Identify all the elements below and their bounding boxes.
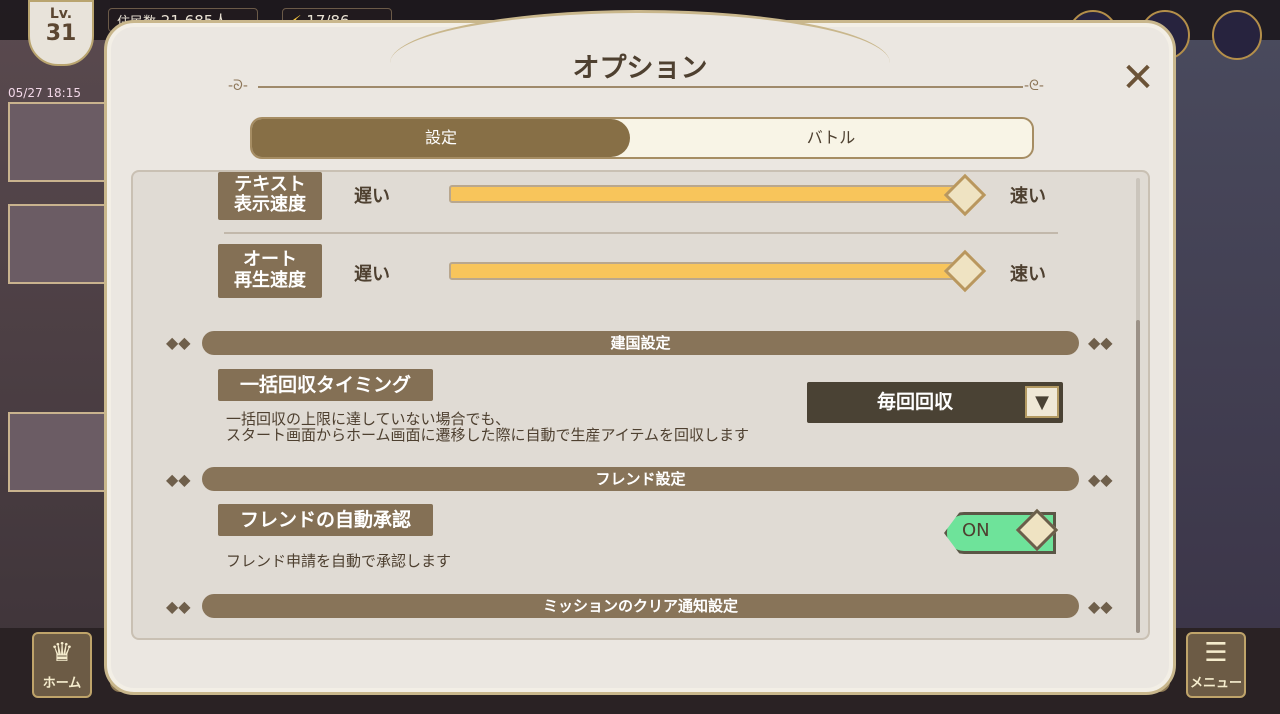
auto-speed-label-line2: 再生速度 xyxy=(234,270,306,291)
event-banner-2[interactable] xyxy=(8,204,106,284)
title-ornament-right: -ᘓ- xyxy=(1024,78,1044,94)
scrollbar-thumb[interactable] xyxy=(1136,320,1140,633)
bulk-collect-selected: 毎回回収 xyxy=(876,391,953,413)
bulk-collect-desc-line1: 一括回収の上限に達していない場合でも、 xyxy=(226,410,511,428)
mission-section-header: ミッションのクリア通知設定 xyxy=(202,594,1079,618)
text-speed-label: テキスト 表示速度 xyxy=(218,172,322,220)
auto-speed-min: 遅い xyxy=(354,264,390,285)
text-speed-label-line1: テキスト xyxy=(234,174,306,195)
friend-auto-label: フレンドの自動承認 xyxy=(218,504,433,536)
text-speed-label-line2: 表示速度 xyxy=(234,194,306,215)
event-date: 05/27 18:15 xyxy=(8,86,81,100)
title-rule xyxy=(258,86,1023,88)
section-ornament-left: ◆◆ xyxy=(166,470,191,489)
section-ornament-right: ◆◆ xyxy=(1088,597,1113,616)
level-badge: Lv. 31 xyxy=(28,0,94,66)
text-speed-max: 速い xyxy=(1010,186,1046,207)
text-speed-slider[interactable] xyxy=(449,185,965,203)
title-ornament-left: -ᘐ- xyxy=(228,78,248,94)
section-ornament-right: ◆◆ xyxy=(1088,333,1113,352)
dropdown-arrow-icon[interactable]: ▼ xyxy=(1025,386,1059,418)
home-label: ホーム xyxy=(42,676,82,691)
text-speed-min: 遅い xyxy=(354,186,390,207)
bulk-collect-description: 一括回収の上限に達していない場合でも、 スタート画面からホーム画面に遷移した際に… xyxy=(226,411,749,443)
profile-settings-button[interactable] xyxy=(1212,10,1262,60)
level-value: 31 xyxy=(45,21,77,46)
menu-button[interactable]: ☰ メニュー xyxy=(1186,632,1246,698)
options-tabs: 設定 バトル xyxy=(250,117,1034,159)
menu-label: メニュー xyxy=(1189,676,1242,691)
close-icon[interactable]: ✕ xyxy=(1118,58,1158,98)
auto-speed-slider[interactable] xyxy=(449,262,965,280)
auto-speed-label: オート 再生速度 xyxy=(218,244,322,298)
kingdom-section-header: 建国設定 xyxy=(202,331,1079,355)
event-banner-3[interactable] xyxy=(8,412,106,492)
auto-speed-max: 速い xyxy=(1010,264,1046,285)
row-divider xyxy=(224,232,1058,234)
bulk-collect-desc-line2: スタート画面からホーム画面に遷移した際に自動で生産アイテムを回収します xyxy=(226,426,750,444)
bulk-collect-label: 一括回収タイミング xyxy=(218,369,433,401)
dialog-title: オプション xyxy=(572,53,708,84)
section-ornament-left: ◆◆ xyxy=(166,597,191,616)
home-button[interactable]: ♛ ホーム xyxy=(32,632,92,698)
friend-auto-toggle-label: ON xyxy=(962,520,990,541)
friend-auto-description: フレンド申請を自動で承認します xyxy=(226,552,452,570)
section-ornament-left: ◆◆ xyxy=(166,333,191,352)
hamburger-icon: ☰ xyxy=(1204,638,1228,668)
section-ornament-right: ◆◆ xyxy=(1088,470,1113,489)
event-banner-1[interactable] xyxy=(8,102,106,182)
level-prefix: Lv. xyxy=(49,6,73,22)
throne-icon: ♛ xyxy=(50,638,74,668)
background-right-panel xyxy=(1170,0,1280,714)
auto-speed-label-line1: オート xyxy=(243,249,297,270)
tab-battle[interactable]: バトル xyxy=(630,119,1032,157)
tab-settings[interactable]: 設定 xyxy=(252,119,630,157)
friend-section-header: フレンド設定 xyxy=(202,467,1079,491)
